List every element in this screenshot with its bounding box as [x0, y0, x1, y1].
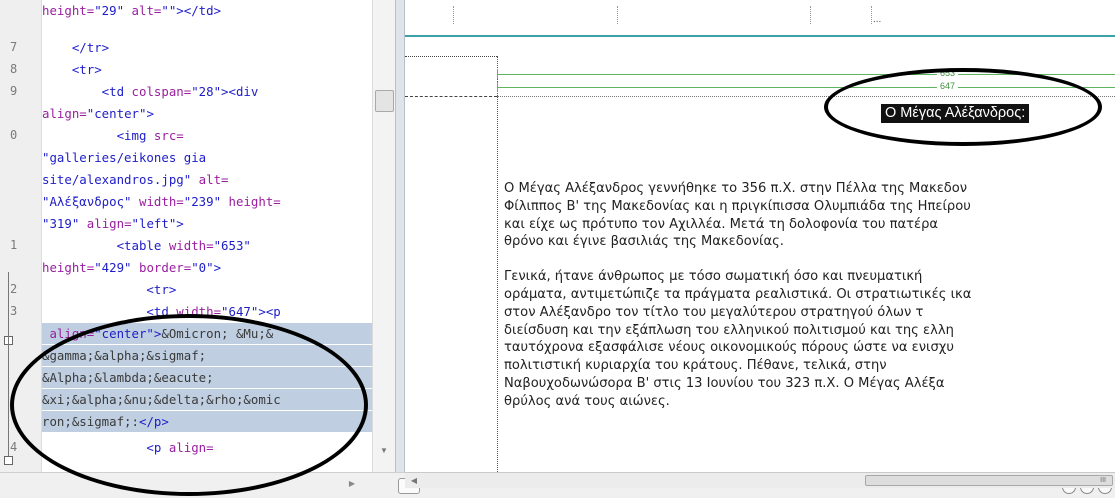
code-token: "28"	[191, 84, 222, 99]
code-token: alt=	[191, 172, 229, 187]
scroll-down-arrow-icon[interactable]: ▼	[378, 445, 390, 457]
code-vertical-scrollbar[interactable]: ▼	[372, 0, 395, 472]
paragraph-character: Γενικά, ήτανε άνθρωπος με τόσο σωματική …	[504, 268, 1115, 410]
code-line[interactable]: align="center">	[42, 103, 372, 124]
column-marker	[617, 6, 619, 24]
article-body: Ο Μέγας Αλέξανδρος γεννήθηκε το 356 π.Χ.…	[504, 180, 1115, 428]
paragraph-line: θρύλος ανά τους αιώνες.	[504, 393, 670, 409]
code-token: "29"	[94, 3, 125, 18]
paragraph-line: ταυτόχρονα εξασφάλισε νέους οικονομικούς…	[504, 340, 954, 356]
line-number: 3	[10, 304, 18, 318]
code-line[interactable]: "319" align="left">	[42, 213, 372, 234]
annotation-ellipse-code	[10, 314, 368, 496]
code-token: ><p	[258, 304, 281, 319]
paragraph-line: διείσδυση και την εξάπλωση του ελληνικού…	[504, 322, 954, 338]
code-token: align=	[79, 216, 132, 231]
column-marker	[810, 6, 812, 24]
cell-boundary	[405, 56, 497, 57]
code-token: "319"	[42, 216, 80, 231]
ruler-ellipsis: ...	[873, 14, 882, 25]
code-line[interactable]: site/alexandros.jpg" alt=	[42, 169, 372, 190]
paragraph-line: οράματα, αντιμετώπιζε τα πράγματα ρεαλισ…	[504, 286, 972, 302]
line-number: 9	[10, 84, 18, 98]
code-token: ></td>	[176, 3, 222, 18]
code-token: <tr>	[42, 62, 102, 77]
code-line[interactable]: "Αλέξανδρος" width="239" height=	[42, 191, 372, 212]
code-token: height=	[42, 260, 95, 275]
collapse-toggle-icon[interactable]	[4, 456, 13, 465]
paragraph-line: Φίλιππος Β' της Μακεδονίας και η πριγκίπ…	[504, 198, 971, 214]
code-line[interactable]: <tr>	[42, 279, 372, 300]
fold-guide-line	[8, 272, 9, 462]
code-token: "center"	[86, 106, 147, 121]
annotation-ellipse-heading	[824, 68, 1102, 146]
line-number: 1	[10, 238, 18, 252]
code-token: <table	[42, 238, 162, 253]
code-token: "239"	[183, 194, 222, 209]
paragraph-line: Ο Μέγας Αλέξανδρος γεννήθηκε το 356 π.Χ.…	[504, 181, 968, 196]
paragraph-line: στον Αλέξανδρο τον τίτλο του μεγαλύτερου…	[504, 304, 924, 320]
code-token: <tr>	[42, 282, 177, 297]
code-token: "Αλέξανδρος"	[42, 194, 132, 209]
line-number: 4	[10, 440, 18, 454]
code-token: <img	[42, 128, 147, 143]
table-left-edge	[497, 56, 498, 472]
line-number: 2	[10, 282, 18, 296]
table-top-border	[405, 35, 1115, 37]
code-token: colspan=	[124, 84, 192, 99]
code-line[interactable]: "galleries/eikones gia	[42, 147, 372, 168]
line-number: 8	[10, 62, 18, 76]
code-line[interactable]: height="29" alt=""></td>	[42, 0, 372, 21]
code-token: "429"	[94, 260, 132, 275]
code-token: border=	[131, 260, 192, 275]
code-token: </tr>	[42, 40, 110, 55]
code-line[interactable]: <tr>	[42, 59, 372, 80]
code-token: >	[213, 260, 222, 275]
scrollbar-thumb[interactable]	[375, 90, 394, 112]
paragraph-birth: Ο Μέγας Αλέξανδρος γεννήθηκε το 356 π.Χ.…	[504, 180, 1115, 251]
code-token: src=	[146, 128, 184, 143]
line-number: 0	[10, 128, 18, 142]
table-ruler: ...	[405, 0, 1115, 36]
scroll-left-arrow-icon[interactable]: ◀	[407, 473, 421, 488]
code-line[interactable]: height="429" border="0">	[42, 257, 372, 278]
paragraph-line: και είχε ως πρότυπο τον Αχιλλέα. Μετά τη…	[504, 216, 939, 232]
code-token: height=	[221, 194, 281, 209]
code-token: "0"	[191, 260, 214, 275]
scroll-grip-icon: III	[1100, 477, 1106, 484]
paragraph-line: Ναβουχοδωνώσορα Β' στις 13 Ιουνίου του 3…	[504, 375, 945, 391]
code-line[interactable]: <table width="653"	[42, 235, 372, 256]
code-token: site/alexandros.jpg"	[42, 172, 192, 187]
paragraph-line: Γενικά, ήτανε άνθρωπος με τόσο σωματική …	[504, 269, 923, 285]
code-token: "653"	[213, 238, 251, 253]
code-token: height=	[42, 3, 95, 18]
code-line[interactable]: <td colspan="28"><div	[42, 81, 372, 102]
scrollbar-thumb[interactable]: III	[865, 475, 1113, 486]
code-token: ""	[161, 3, 177, 18]
design-horizontal-scrollbar[interactable]: ◀ III	[405, 472, 1115, 488]
code-token: width=	[161, 238, 214, 253]
code-token: "galleries/eikones gia	[42, 150, 207, 165]
cell-boundary	[405, 96, 497, 97]
code-line[interactable]: <img src=	[42, 125, 372, 146]
column-marker	[453, 6, 455, 24]
code-token: >	[176, 216, 184, 231]
pane-splitter[interactable]	[395, 0, 405, 472]
paragraph-line: πολιτιστική κυριαρχία του κράτους. Πέθαν…	[504, 358, 887, 374]
code-line[interactable]: </tr>	[42, 37, 372, 58]
code-token: align=	[42, 106, 87, 121]
code-token: width=	[131, 194, 184, 209]
code-token: <td	[42, 84, 125, 99]
code-token: >	[146, 106, 154, 121]
code-token: "left"	[131, 216, 177, 231]
code-token: alt=	[124, 3, 162, 18]
scroll-right-arrow-icon[interactable]: ▶	[345, 477, 359, 491]
paragraph-line: θρόνο και έγινε βασιλιάς της Μακεδονίας.	[504, 234, 784, 250]
code-token: ><div	[221, 84, 259, 99]
line-number: 7	[10, 40, 18, 54]
